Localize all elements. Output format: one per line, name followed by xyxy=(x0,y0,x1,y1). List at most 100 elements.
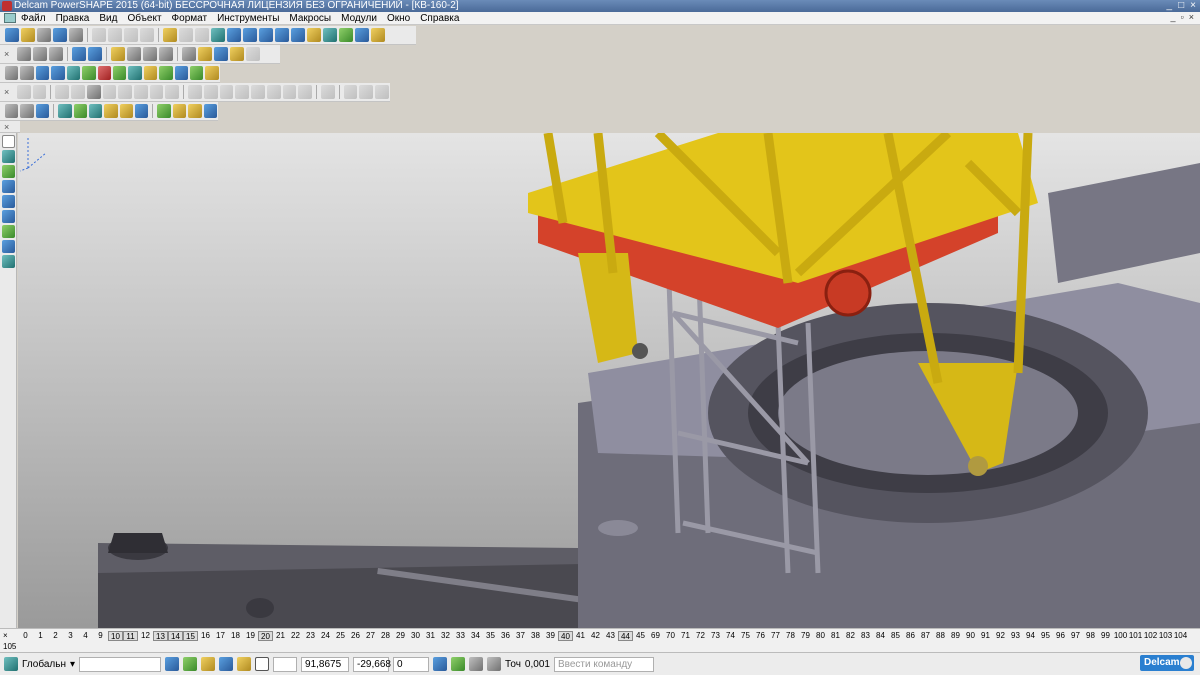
level-button[interactable]: 86 xyxy=(903,631,918,641)
level-button[interactable]: 45 xyxy=(633,631,648,641)
shape-icon[interactable] xyxy=(88,104,103,118)
zoom-out-icon[interactable] xyxy=(143,47,157,61)
level-button[interactable]: 21 xyxy=(273,631,288,641)
level-button[interactable]: 97 xyxy=(1068,631,1083,641)
play-icon[interactable] xyxy=(112,66,127,80)
workplane-icon[interactable] xyxy=(4,657,18,671)
level-button[interactable]: 28 xyxy=(378,631,393,641)
undo-icon[interactable] xyxy=(163,28,177,42)
boolean-icon[interactable] xyxy=(359,85,374,99)
globe-icon[interactable] xyxy=(182,47,196,61)
level-button[interactable]: 80 xyxy=(813,631,828,641)
blend-icon[interactable] xyxy=(219,85,234,99)
level-button[interactable]: 85 xyxy=(888,631,903,641)
level-button[interactable]: 75 xyxy=(738,631,753,641)
grid-icon[interactable] xyxy=(255,657,270,671)
view-iso-icon[interactable] xyxy=(49,47,63,61)
level-button[interactable]: 94 xyxy=(1023,631,1038,641)
menu-help[interactable]: Справка xyxy=(415,13,464,24)
feature-active-icon[interactable] xyxy=(86,85,101,99)
light-icon[interactable] xyxy=(230,47,244,61)
menu-macros[interactable]: Макросы xyxy=(284,13,336,24)
level-button[interactable]: 34 xyxy=(468,631,483,641)
level-button[interactable]: 27 xyxy=(363,631,378,641)
point-icon[interactable] xyxy=(2,165,15,178)
menu-object[interactable]: Объект xyxy=(122,13,166,24)
level-button[interactable]: 4 xyxy=(78,631,93,641)
solid-icon[interactable] xyxy=(2,240,15,253)
document-icon[interactable] xyxy=(4,13,16,23)
select-filter-icon[interactable] xyxy=(2,150,15,163)
maximize-button[interactable]: □ xyxy=(1178,0,1184,12)
level-button[interactable]: 36 xyxy=(498,631,513,641)
export-icon[interactable] xyxy=(190,66,204,80)
level-button[interactable]: 29 xyxy=(393,631,408,641)
blend-icon[interactable] xyxy=(251,85,265,99)
level-button[interactable]: 39 xyxy=(543,631,558,641)
level-button[interactable]: 74 xyxy=(723,631,738,641)
curve-icon[interactable] xyxy=(243,28,257,42)
level-button[interactable]: 9 xyxy=(93,631,108,641)
graph-icon[interactable] xyxy=(172,104,187,118)
level-button[interactable]: 35 xyxy=(483,631,498,641)
level-button[interactable]: 31 xyxy=(423,631,438,641)
circle-icon[interactable] xyxy=(259,28,273,42)
red-sphere-icon[interactable] xyxy=(97,66,111,80)
view-front-icon[interactable] xyxy=(17,47,31,61)
level-button[interactable]: 24 xyxy=(318,631,333,641)
level-button[interactable]: 30 xyxy=(408,631,423,641)
level-button[interactable]: 71 xyxy=(678,631,693,641)
arc-icon[interactable] xyxy=(2,195,15,208)
level-button[interactable]: 87 xyxy=(918,631,933,641)
level-button[interactable]: 15 xyxy=(183,631,198,641)
new-file-icon[interactable] xyxy=(5,28,19,42)
zoom-in-icon[interactable] xyxy=(111,47,125,61)
doc-minimize-button[interactable]: _ xyxy=(1171,12,1176,22)
level-button[interactable]: 92 xyxy=(993,631,1008,641)
level-button[interactable]: 44 xyxy=(618,631,633,641)
axis-icon[interactable] xyxy=(35,104,50,118)
level-button[interactable]: 41 xyxy=(573,631,588,641)
menu-view[interactable]: Вид xyxy=(94,13,122,24)
menu-file[interactable]: Файл xyxy=(16,13,51,24)
ruler-icon[interactable] xyxy=(469,657,484,671)
graph-icon[interactable] xyxy=(188,104,202,118)
level-button[interactable]: 19 xyxy=(243,631,258,641)
minimize-button[interactable]: _ xyxy=(1167,0,1173,12)
level-button[interactable]: 96 xyxy=(1053,631,1068,641)
level-button[interactable]: 40 xyxy=(558,631,573,641)
feature-icon[interactable] xyxy=(55,85,70,99)
solid-add-icon[interactable] xyxy=(16,85,31,99)
level-button[interactable]: 10 xyxy=(108,631,123,641)
curve-icon[interactable] xyxy=(2,210,15,223)
snap-grid-icon[interactable] xyxy=(237,657,252,671)
menu-modules[interactable]: Модули xyxy=(336,13,382,24)
level-button[interactable]: 42 xyxy=(588,631,603,641)
graphics-viewport[interactable] xyxy=(18,133,1200,628)
level-button[interactable]: 22 xyxy=(288,631,303,641)
print-icon[interactable] xyxy=(69,28,83,42)
level-button[interactable]: 88 xyxy=(933,631,948,641)
menu-window[interactable]: Окно xyxy=(382,13,415,24)
level-button[interactable]: 43 xyxy=(603,631,618,641)
workplane-icon[interactable] xyxy=(451,657,466,671)
arc-icon[interactable] xyxy=(275,28,289,42)
shaded-icon[interactable] xyxy=(198,47,212,61)
feature-icon[interactable] xyxy=(118,85,132,99)
feature-icon[interactable] xyxy=(165,85,180,99)
command-input[interactable]: Ввести команду xyxy=(553,656,654,672)
hand-icon[interactable] xyxy=(246,47,260,61)
snap-icon[interactable] xyxy=(165,657,180,671)
select-icon[interactable] xyxy=(211,28,225,42)
level-button[interactable]: 89 xyxy=(948,631,963,641)
blend-icon[interactable] xyxy=(235,85,250,99)
wireframe-icon[interactable] xyxy=(214,47,228,61)
info-icon[interactable] xyxy=(174,66,189,80)
workplane-icon[interactable] xyxy=(355,28,369,42)
snap-icon[interactable] xyxy=(219,657,234,671)
blend-icon[interactable] xyxy=(282,85,297,99)
open-model-icon[interactable] xyxy=(37,28,51,42)
sphere-icon[interactable] xyxy=(82,66,96,80)
shape-icon[interactable] xyxy=(104,104,118,118)
toolbar-close-icon[interactable]: × xyxy=(4,85,12,99)
